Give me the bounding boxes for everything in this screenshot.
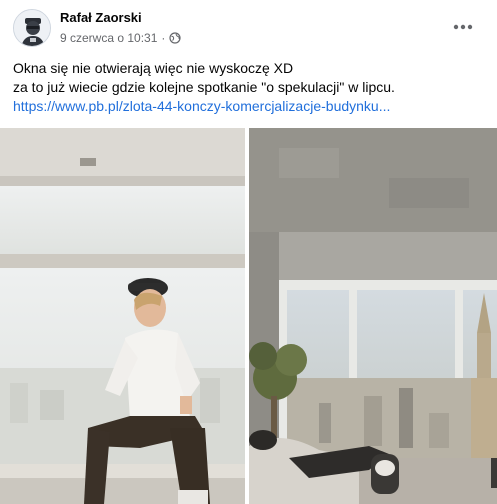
avatar-image — [14, 10, 50, 46]
avatar[interactable] — [13, 9, 51, 47]
post-date[interactable]: 9 czerwca o 10:31 — [60, 31, 157, 45]
post-photo-right[interactable] — [249, 128, 497, 504]
post-link[interactable]: https://www.pb.pl/zlota-44-konczy-komerc… — [13, 98, 390, 114]
post-header: Rafał Zaorski 9 czerwca o 10:31 · — [0, 0, 497, 56]
post-photo-left[interactable] — [0, 128, 245, 504]
meta-separator: · — [161, 31, 166, 45]
photo-city-view-room — [249, 128, 497, 504]
post-text-line-1: Okna się nie otwierają więc nie wyskoczę… — [13, 60, 294, 76]
post-text-line-2: za to już wiecie gdzie kolejne spotkanie… — [13, 79, 395, 95]
globe-icon — [169, 32, 181, 44]
photo-man-on-ledge — [0, 128, 245, 504]
author-name[interactable]: Rafał Zaorski — [60, 10, 142, 25]
more-options-icon — [453, 24, 473, 30]
more-options-button[interactable] — [446, 15, 480, 39]
post-meta: 9 czerwca o 10:31 · — [60, 31, 181, 45]
post-text: Okna się nie otwierają więc nie wyskoczę… — [13, 59, 483, 116]
